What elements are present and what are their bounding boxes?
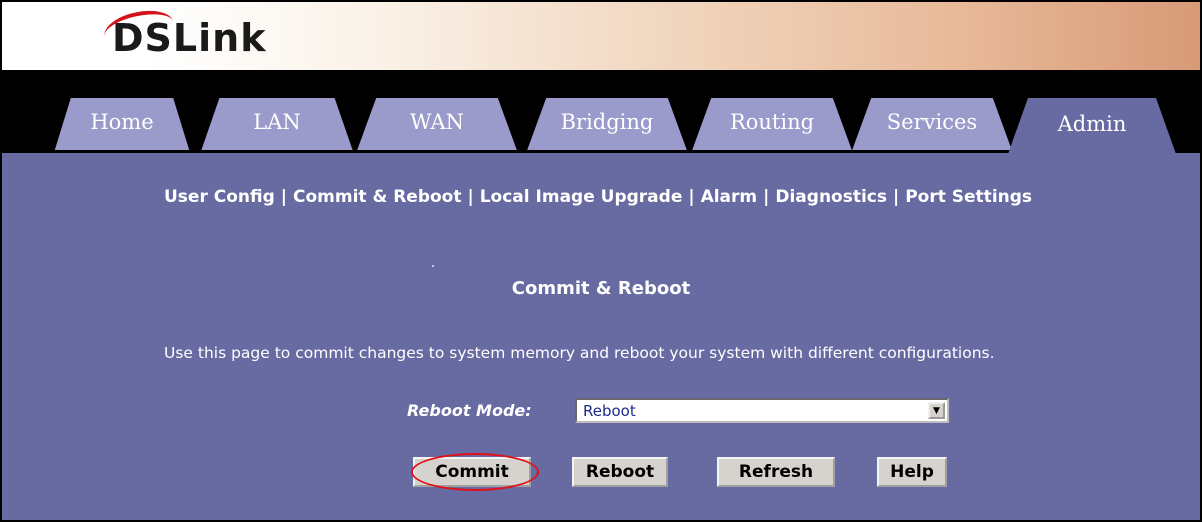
subnav-alarm[interactable]: Alarm: [701, 187, 758, 207]
subnav-user-config[interactable]: User Config: [164, 187, 275, 207]
reboot-mode-value: Reboot: [583, 401, 636, 420]
tab-label: LAN: [253, 110, 301, 134]
commit-button[interactable]: Commit: [413, 457, 531, 487]
admin-subnav: User Config | Commit & Reboot | Local Image …: [164, 187, 1032, 207]
tab-label: Admin: [1057, 112, 1127, 136]
header-divider: [2, 70, 1200, 94]
dropdown-arrow-icon[interactable]: ▼: [928, 402, 945, 419]
subnav-local-image-upgrade[interactable]: Local Image Upgrade: [480, 187, 683, 207]
subnav-separator: |: [893, 187, 900, 207]
tab-wan[interactable]: WAN: [357, 98, 517, 150]
tab-label: WAN: [409, 110, 465, 134]
reboot-button[interactable]: Reboot: [572, 457, 668, 487]
tab-bridging[interactable]: Bridging: [527, 98, 687, 150]
stray-pixel: [432, 265, 434, 267]
tab-label: Routing: [729, 110, 815, 134]
tab-lan[interactable]: LAN: [201, 98, 353, 150]
reboot-mode-select[interactable]: Reboot ▼: [575, 398, 949, 423]
tab-label: Bridging: [560, 110, 654, 134]
refresh-button[interactable]: Refresh: [717, 457, 835, 487]
tab-label: Home: [90, 110, 154, 134]
help-button[interactable]: Help: [877, 457, 947, 487]
subnav-port-settings[interactable]: Port Settings: [905, 187, 1032, 207]
subnav-commit-reboot[interactable]: Commit & Reboot: [293, 187, 461, 207]
dslink-logo: DSLink: [112, 16, 267, 60]
tab-routing[interactable]: Routing: [692, 98, 852, 150]
subnav-separator: |: [467, 187, 474, 207]
subnav-separator: |: [688, 187, 695, 207]
subnav-diagnostics[interactable]: Diagnostics: [775, 187, 887, 207]
subnav-separator: |: [763, 187, 770, 207]
page-description: Use this page to commit changes to syste…: [164, 344, 995, 362]
main-tab-bar: Home LAN WAN Bridging Routing Services A…: [2, 94, 1200, 154]
content-panel: User Config | Commit & Reboot | Local Image …: [2, 153, 1200, 520]
subnav-separator: |: [280, 187, 288, 207]
reboot-mode-label: Reboot Mode:: [407, 401, 532, 420]
tab-home[interactable]: Home: [54, 98, 190, 150]
page-title: Commit & Reboot: [511, 278, 691, 299]
header-banner: DSLink: [2, 2, 1200, 70]
tab-admin[interactable]: Admin: [1008, 98, 1176, 154]
tab-label: Services: [886, 110, 978, 134]
browser-frame: DSLink Home LAN WAN Bridging Routing Ser…: [0, 0, 1202, 522]
tab-services[interactable]: Services: [852, 98, 1012, 150]
